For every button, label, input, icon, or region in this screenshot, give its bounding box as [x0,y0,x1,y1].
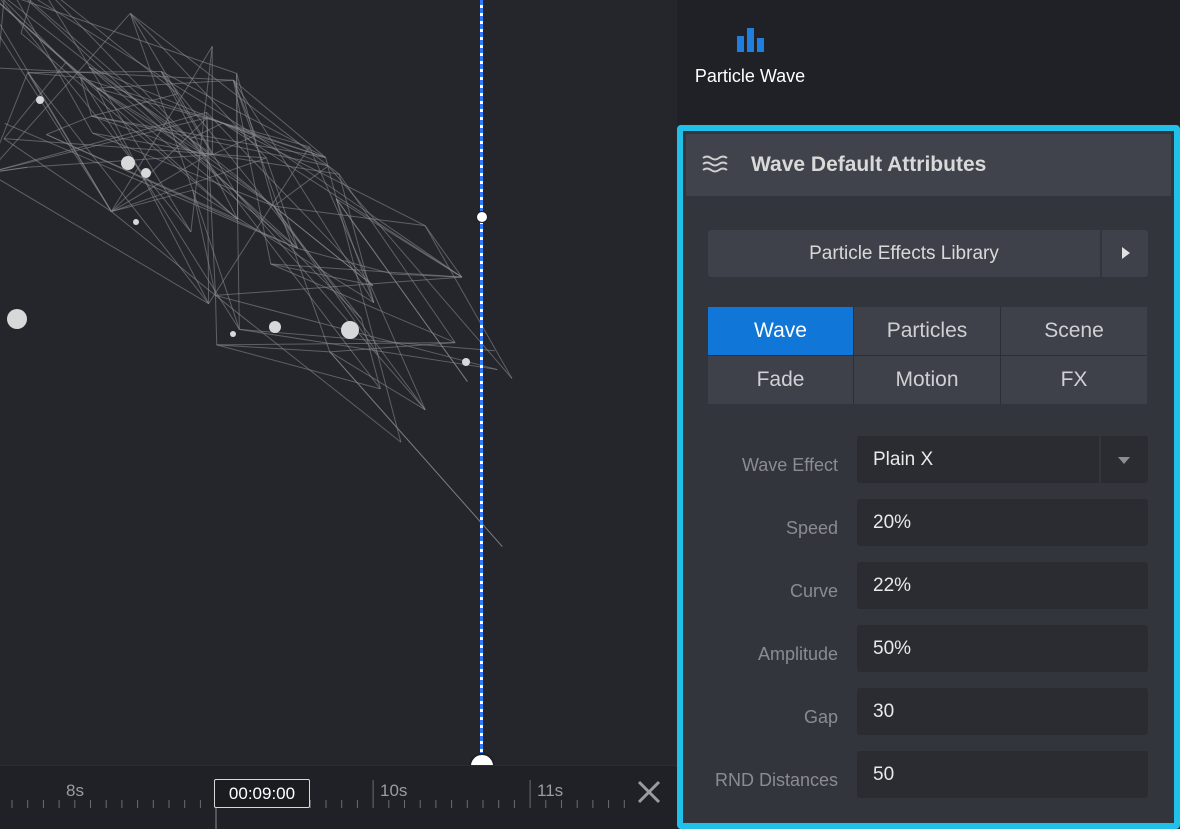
timeline-ruler[interactable] [0,766,677,829]
amplitude-input[interactable]: 50% [857,625,1148,672]
speed-label: Speed [785,518,838,538]
particle-effects-library-button[interactable]: Particle Effects Library [708,230,1148,277]
panel-header: Wave Default Attributes [686,134,1171,196]
library-divider [1100,230,1102,277]
tick-label-8s: 8s [66,781,84,800]
bar-chart-icon [737,28,764,52]
wave-effect-label: Wave Effect [741,455,838,475]
select-divider [1099,436,1101,483]
particle-network-preview [0,0,513,547]
curve-label: Curve [789,581,838,601]
amplitude-label: Amplitude [757,644,838,664]
particle-wave-layer-button[interactable]: Particle Wave [687,22,813,98]
current-time-display[interactable]: 00:09:00 [214,779,310,808]
wave-effect-value: Plain X [873,449,934,470]
waves-icon [702,155,728,173]
tab-particles[interactable]: Particles [854,307,1000,355]
curve-input[interactable]: 22% [857,562,1148,609]
particle-wave-label: Particle Wave [694,66,806,86]
panel-title: Wave Default Attributes [751,153,987,176]
gap-label: Gap [803,707,838,727]
rnd-distances-label: RND Distances [714,770,838,790]
gap-input[interactable]: 30 [857,688,1148,735]
tab-fade[interactable]: Fade [708,356,853,404]
tick-label-10s: 10s [380,781,408,800]
chevron-down-icon[interactable] [1118,457,1130,464]
tab-motion[interactable]: Motion [854,356,1000,404]
close-icon[interactable] [632,775,666,809]
timeline-bar: 8s 00:09:00 10s 11s [0,765,677,829]
speed-input[interactable]: 20% [857,499,1148,546]
tick-label-11s: 11s [537,781,564,800]
playhead-guide-line[interactable] [480,0,483,765]
tab-scene[interactable]: Scene [1001,307,1147,355]
attribute-tabs: Wave Particles Scene Fade Motion FX [708,307,1147,404]
guide-handle-top[interactable] [476,211,488,223]
library-button-label: Particle Effects Library [809,243,999,264]
stage-canvas[interactable] [0,0,677,765]
wave-attributes-panel: Wave Default Attributes Particle Effects… [677,125,1180,829]
wave-effect-select[interactable]: Plain X [857,436,1148,483]
caret-right-icon[interactable] [1122,247,1130,259]
rnd-distances-input[interactable]: 50 [857,751,1148,798]
tab-fx[interactable]: FX [1001,356,1147,404]
tab-wave[interactable]: Wave [708,307,853,355]
